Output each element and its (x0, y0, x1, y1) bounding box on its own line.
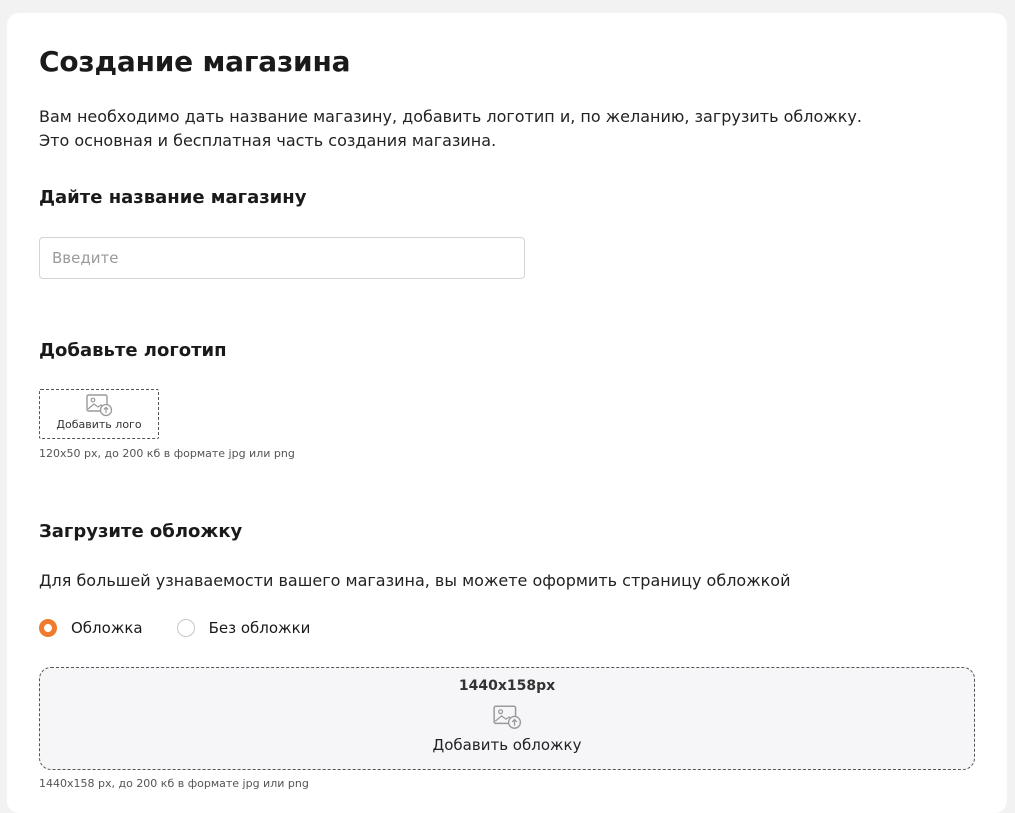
radio-cover-label: Обложка (71, 619, 143, 637)
description-line-1: Вам необходимо дать название магазину, д… (39, 107, 862, 126)
radio-unselected-icon (176, 619, 195, 637)
radio-cover[interactable]: Обложка (39, 619, 143, 637)
add-logo-button[interactable]: Добавить лого (39, 389, 159, 439)
image-upload-icon (492, 704, 522, 730)
create-store-card: Создание магазина Вам необходимо дать на… (7, 13, 1007, 813)
cover-heading: Загрузите обложку (39, 521, 243, 542)
description-line-2: Это основная и бесплатная часть создания… (39, 131, 497, 150)
page-description: Вам необходимо дать название магазину, д… (39, 105, 939, 153)
radio-no-cover[interactable]: Без обложки (176, 619, 311, 637)
logo-hint: 120x50 px, до 200 кб в формате jpg или p… (39, 447, 295, 460)
logo-heading: Добавьте логотип (39, 340, 227, 361)
radio-no-cover-label: Без обложки (208, 619, 311, 637)
add-logo-label: Добавить лого (56, 418, 142, 431)
image-upload-icon (85, 393, 113, 417)
cover-options: Обложка Без обложки (39, 619, 344, 637)
page-title: Создание магазина (39, 45, 351, 78)
cover-description: Для большей узнаваемости вашего магазина… (39, 571, 791, 590)
add-cover-label: Добавить обложку (432, 736, 582, 754)
store-name-input[interactable] (39, 237, 525, 279)
store-name-heading: Дайте название магазину (39, 187, 307, 208)
add-cover-button[interactable]: 1440x158px Добавить обложку (39, 667, 975, 770)
radio-selected-icon (39, 619, 57, 637)
cover-size-label: 1440x158px (458, 678, 556, 694)
cover-hint: 1440x158 px, до 200 кб в формате jpg или… (39, 777, 309, 790)
